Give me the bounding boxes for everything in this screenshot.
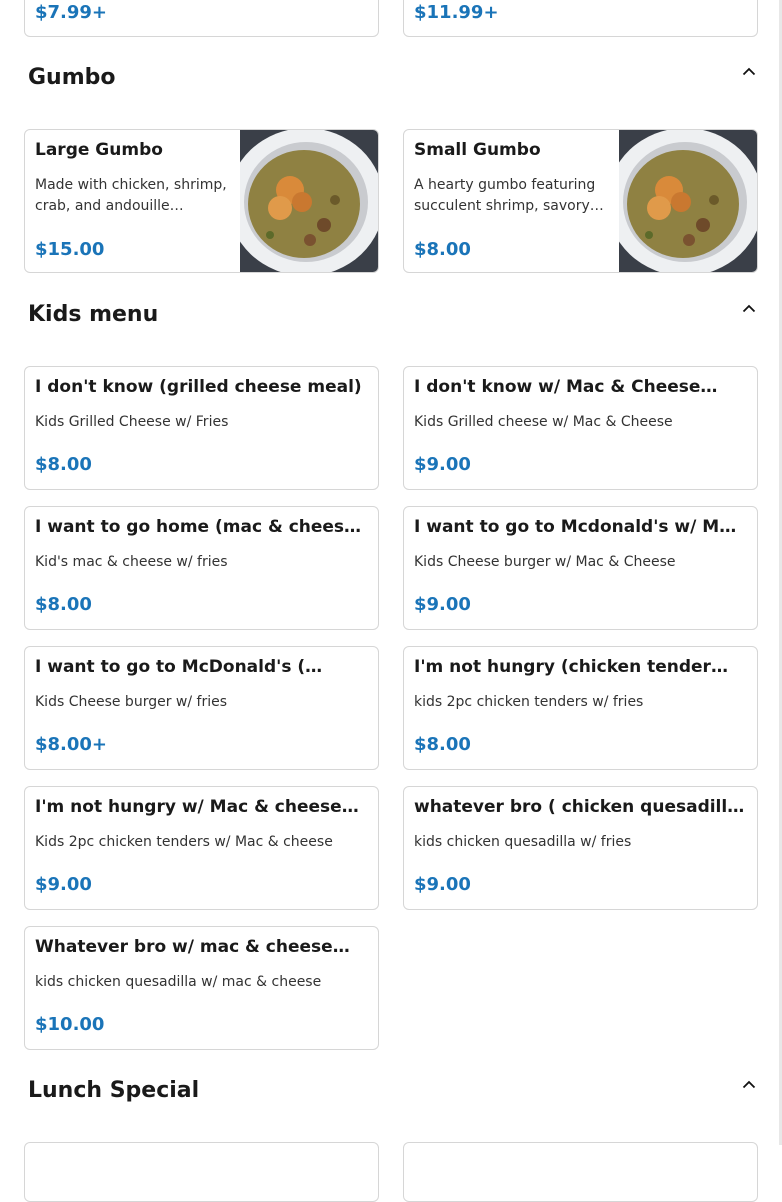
menu-item-card[interactable]: I want to go to McDonald's (… Kids Chees… <box>24 646 379 770</box>
menu-item-name: I'm not hungry w/ Mac & cheese… <box>35 797 359 817</box>
menu-item-description: Kids Cheese burger w/ fries <box>35 694 228 710</box>
chevron-up-icon <box>742 1080 756 1088</box>
menu-item-price: $9.00 <box>414 454 471 475</box>
menu-item-price: $8.00 <box>414 239 471 260</box>
menu-item-description: A hearty gumbo featuring succulent shrim… <box>414 177 604 214</box>
menu-item-name: I don't know (grilled cheese meal) <box>35 377 362 397</box>
collapse-gumbo-button[interactable] <box>738 60 760 82</box>
menu-item-description: Kids 2pc chicken tenders w/ Mac & cheese <box>35 834 333 850</box>
menu-item-name: I want to go home (mac & chees… <box>35 517 362 537</box>
menu-item-name: Small Gumbo <box>414 140 541 160</box>
menu-item-price: $11.99+ <box>414 2 499 23</box>
menu-item-card[interactable]: $7.99+ <box>24 0 379 37</box>
menu-item-card[interactable]: whatever bro ( chicken quesadill… kids c… <box>403 786 758 910</box>
menu-item-card[interactable]: Large Gumbo Made with chicken, shrimp, c… <box>24 129 379 273</box>
menu-item-card[interactable]: I don't know w/ Mac & Cheese… Kids Grill… <box>403 366 758 490</box>
menu-item-card[interactable]: I want to go home (mac & chees… Kid's ma… <box>24 506 379 630</box>
menu-item-card[interactable]: $11.99+ <box>403 0 758 37</box>
menu-item-price: $9.00 <box>414 594 471 615</box>
menu-item-name: Large Gumbo <box>35 140 163 160</box>
menu-item-name: Whatever bro w/ mac & cheese… <box>35 937 350 957</box>
menu-item-description: Kids Grilled cheese w/ Mac & Cheese <box>414 414 673 430</box>
menu-item-description: Kids Cheese burger w/ Mac & Cheese <box>414 554 676 570</box>
menu-item-price: $8.00 <box>35 594 92 615</box>
gumbo-bowl-image <box>240 130 378 272</box>
menu-item-price: $9.00 <box>35 874 92 895</box>
menu-item-card[interactable] <box>403 1142 758 1202</box>
menu-item-price: $8.00+ <box>35 734 108 755</box>
section-title-lunch-special: Lunch Special <box>28 1078 200 1103</box>
menu-item-price: $15.00 <box>35 239 105 260</box>
collapse-kids-menu-button[interactable] <box>738 297 760 319</box>
gumbo-bowl-image <box>619 130 757 272</box>
menu-item-description: Kids Grilled Cheese w/ Fries <box>35 414 229 430</box>
menu-item-price: $10.00 <box>35 1014 105 1035</box>
menu-item-description: kids chicken quesadilla w/ mac & cheese <box>35 974 322 990</box>
menu-item-description: kids chicken quesadilla w/ fries <box>414 834 632 850</box>
section-title-gumbo: Gumbo <box>28 65 116 90</box>
menu-item-card[interactable]: I'm not hungry w/ Mac & cheese… Kids 2pc… <box>24 786 379 910</box>
collapse-lunch-special-button[interactable] <box>738 1073 760 1095</box>
menu-item-description: Made with chicken, shrimp, crab, and and… <box>35 177 227 214</box>
menu-item-name: whatever bro ( chicken quesadill… <box>414 797 745 817</box>
menu-item-card[interactable]: I'm not hungry (chicken tender… kids 2pc… <box>403 646 758 770</box>
menu-item-card[interactable]: Small Gumbo A hearty gumbo featuring suc… <box>403 129 758 273</box>
menu-item-price: $7.99+ <box>35 2 108 23</box>
menu-item-card[interactable]: I want to go to Mcdonald's w/ Ma… Kids C… <box>403 506 758 630</box>
section-title-kids-menu: Kids menu <box>28 302 159 327</box>
menu-item-price: $9.00 <box>414 874 471 895</box>
menu-item-card[interactable]: Whatever bro w/ mac & cheese… kids chick… <box>24 926 379 1050</box>
menu-item-name: I'm not hungry (chicken tender… <box>414 657 728 677</box>
menu-item-description: kids 2pc chicken tenders w/ fries <box>414 694 644 710</box>
chevron-up-icon <box>742 67 756 75</box>
menu-item-card[interactable]: I don't know (grilled cheese meal) Kids … <box>24 366 379 490</box>
menu-item-name: I want to go to Mcdonald's w/ Ma… <box>414 517 745 537</box>
menu-item-description: Kid's mac & cheese w/ fries <box>35 554 228 570</box>
menu-item-price: $8.00 <box>414 734 471 755</box>
menu-item-name: I want to go to McDonald's (… <box>35 657 323 677</box>
chevron-up-icon <box>742 304 756 312</box>
menu-item-card[interactable] <box>24 1142 379 1202</box>
menu-item-name: I don't know w/ Mac & Cheese… <box>414 377 718 397</box>
menu-item-price: $8.00 <box>35 454 92 475</box>
